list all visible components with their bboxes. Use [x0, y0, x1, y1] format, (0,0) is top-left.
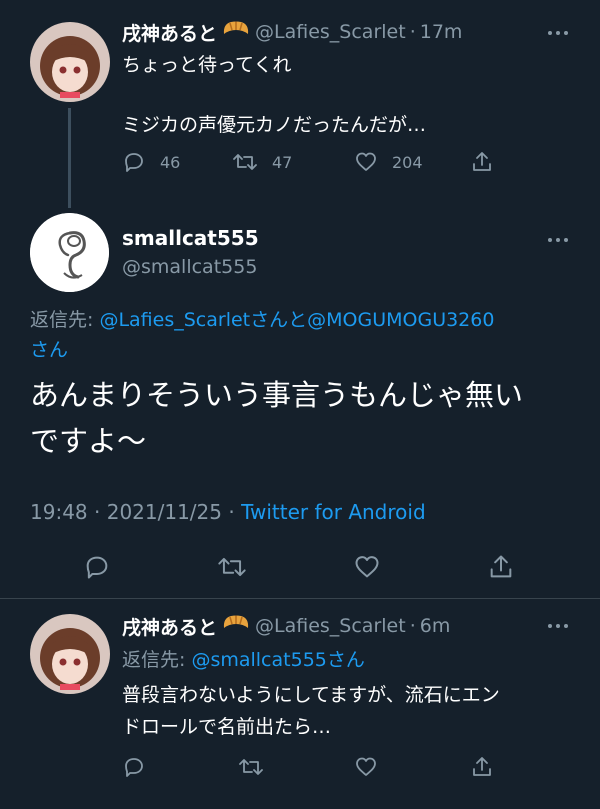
tweet-meta: 19:48 · 2021/11/25 · Twitter for Android — [30, 500, 426, 524]
main-tweet-text-line1: あんまりそういう事言うもんじゃ無い — [30, 378, 524, 412]
tweet3-text-line2: ドロールで名前出たら… — [122, 716, 332, 738]
share-icon — [473, 152, 491, 171]
retweet-icon — [239, 759, 263, 775]
heart-icon — [356, 757, 376, 776]
dot-icon — [556, 31, 560, 35]
share-icon — [490, 555, 512, 578]
divider — [0, 598, 600, 599]
reply-prefix: 返信先: — [122, 649, 192, 671]
dot-icon — [548, 238, 552, 242]
tweet-time[interactable]: 6m — [420, 615, 451, 637]
reply-suffix: さん — [30, 339, 69, 361]
separator-dot: · — [409, 21, 416, 43]
author-handle[interactable]: @Lafies_Scarlet — [255, 615, 406, 637]
reply-mention-lafies[interactable]: @Lafies_Scarlet — [99, 309, 250, 331]
reply-count: 46 — [160, 152, 181, 172]
author-name[interactable]: smallcat555 — [122, 226, 259, 250]
reply-and-text: さんと — [250, 309, 308, 331]
separator-dot: · — [94, 500, 101, 524]
reply-context: 返信先: @smallcat555さん — [122, 645, 365, 675]
main-tweet-text-line2: ですよ〜 — [30, 424, 147, 458]
like-button[interactable] — [354, 755, 378, 779]
dot-icon — [556, 624, 560, 628]
croissant-icon — [221, 18, 251, 46]
retweet-button[interactable] — [217, 553, 247, 581]
croissant-icon — [221, 612, 251, 640]
like-count: 204 — [392, 152, 423, 172]
retweet-icon — [218, 557, 246, 577]
heart-icon — [355, 556, 379, 578]
separator-dot: · — [228, 500, 235, 524]
separator-dot: · — [409, 615, 416, 637]
like-button[interactable]: 204 — [354, 150, 423, 174]
share-button[interactable] — [470, 755, 494, 779]
avatar-image — [30, 22, 110, 102]
tweet3-text-line1: 普段言わないようにしてますが、流石にエン — [122, 684, 500, 706]
avatar-image — [30, 614, 110, 694]
dot-icon — [556, 238, 560, 242]
tweet1-header: 戌神あると @Lafies_Scarlet · 17m — [122, 18, 462, 46]
share-icon — [473, 757, 491, 776]
like-button[interactable] — [353, 553, 381, 581]
tweet1-text-line1: ちょっと待ってくれ — [122, 54, 292, 76]
author-handle[interactable]: @smallcat555 — [122, 256, 257, 278]
dot-icon — [548, 624, 552, 628]
tweet-date[interactable]: 2021/11/25 — [107, 500, 222, 524]
avatar-lafies-scarlet[interactable] — [30, 22, 110, 102]
retweet-icon — [233, 154, 257, 170]
heart-icon — [356, 152, 376, 171]
thread-line — [68, 108, 71, 208]
reply-suffix: さん — [326, 649, 365, 671]
retweet-button[interactable] — [238, 755, 264, 779]
more-options-button[interactable] — [548, 31, 568, 35]
reply-icon — [86, 556, 108, 579]
more-options-button[interactable] — [548, 624, 568, 628]
reply-mention-smallcat[interactable]: @smallcat555 — [191, 649, 326, 671]
dot-icon — [548, 31, 552, 35]
dot-icon — [564, 31, 568, 35]
tweet3-header: 戌神あると @Lafies_Scarlet · 6m — [122, 612, 450, 640]
tweet-time[interactable]: 19:48 — [30, 500, 88, 524]
reply-prefix: 返信先: — [30, 309, 100, 331]
avatar-image — [30, 213, 109, 292]
share-button[interactable] — [487, 553, 515, 581]
reply-mention-mogumogu[interactable]: @MOGUMOGU3260 — [307, 309, 494, 331]
retweet-count: 47 — [272, 152, 293, 172]
reply-button[interactable] — [122, 755, 146, 779]
tweet-source[interactable]: Twitter for Android — [241, 500, 426, 524]
dot-icon — [564, 624, 568, 628]
reply-context: 返信先: @Lafies_Scarletさんと@MOGUMOGU3260 — [30, 304, 494, 336]
author-handle[interactable]: @Lafies_Scarlet — [255, 21, 406, 43]
reply-button[interactable]: 46 — [122, 150, 180, 174]
tweet1-text-line2: ミジカの声優元カノだったんだが… — [122, 114, 427, 136]
reply-icon — [125, 153, 143, 172]
author-name[interactable]: 戌神あると — [122, 613, 217, 640]
avatar-lafies-scarlet[interactable] — [30, 614, 110, 694]
avatar-smallcat555[interactable] — [30, 213, 109, 292]
more-options-button[interactable] — [548, 238, 568, 242]
reply-icon — [125, 758, 143, 777]
reply-button[interactable] — [83, 553, 111, 581]
dot-icon — [564, 238, 568, 242]
tweet-time[interactable]: 17m — [420, 21, 463, 43]
author-name[interactable]: 戌神あると — [122, 19, 217, 46]
share-button[interactable] — [470, 150, 494, 174]
retweet-button[interactable]: 47 — [232, 150, 292, 174]
